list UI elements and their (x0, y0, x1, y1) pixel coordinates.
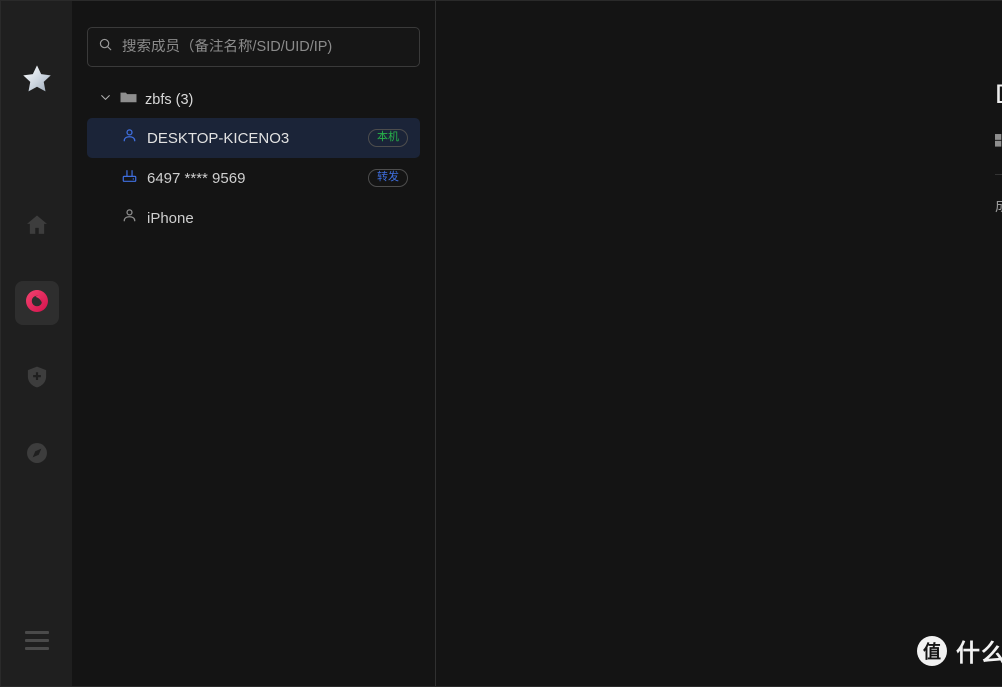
folder-icon (120, 90, 137, 110)
rail-item-home[interactable] (15, 205, 59, 249)
watermark-text: 什么值得买 (956, 640, 1002, 667)
home-icon (24, 212, 50, 243)
rail-item-security[interactable] (15, 357, 59, 401)
compass-icon (24, 440, 50, 471)
list-item[interactable]: DESKTOP-KICENO3 本机 (87, 118, 420, 158)
search-input[interactable] (122, 39, 409, 55)
detail-content: DESKTOP-KICENO3 172.16.3.121 (995, 79, 1002, 216)
list-item[interactable]: 6497 **** 9569 转发 (87, 158, 420, 198)
user-icon (121, 207, 138, 229)
chevron-down-icon[interactable] (99, 91, 112, 109)
rail-item-discover[interactable] (15, 433, 59, 477)
rail-item-star[interactable] (15, 59, 59, 103)
tree-children: DESKTOP-KICENO3 本机 6497 **** 9569 转发 iPh… (87, 118, 420, 238)
status-badge: 转发 (368, 169, 408, 187)
shield-plus-icon (24, 364, 50, 395)
rail-item-network[interactable] (14, 281, 59, 325)
status-badge: 本机 (368, 129, 408, 147)
watermark: 值 什么值得买 (917, 633, 1002, 668)
search-icon (98, 37, 113, 57)
network-icon (23, 287, 51, 320)
list-item-label: 6497 **** 9569 (147, 169, 246, 187)
page-title: DESKTOP-KICENO3 (995, 79, 1002, 110)
detail-field-member-type: 成员类型 客户端成员 (995, 195, 1002, 216)
star-icon (20, 62, 54, 101)
detail-field-label: 成员类型 (995, 195, 1002, 216)
divider (995, 174, 1002, 175)
router-icon (121, 167, 138, 189)
windows-icon (995, 133, 1002, 153)
detail-pane: DESKTOP-KICENO3 172.16.3.121 (436, 1, 1002, 686)
member-list-pane: zbfs (3) DESKTOP-KICENO3 本机 (72, 1, 436, 686)
tree-group-label: zbfs (3) (145, 92, 194, 108)
list-item[interactable]: iPhone (87, 198, 420, 238)
rail-menu-button[interactable] (1, 631, 72, 650)
icon-rail (1, 1, 72, 686)
user-icon (121, 127, 138, 149)
watermark-logo: 值 (917, 635, 947, 666)
detail-ip-row: 172.16.3.121 (995, 133, 1002, 153)
app-window: zbfs (3) DESKTOP-KICENO3 本机 (0, 0, 1002, 687)
search-box[interactable] (87, 27, 420, 67)
list-item-label: iPhone (147, 209, 194, 227)
hamburger-icon (24, 631, 49, 650)
member-tree: zbfs (3) DESKTOP-KICENO3 本机 6497 **** 95… (87, 86, 420, 238)
list-item-label: DESKTOP-KICENO3 (147, 129, 290, 147)
tree-group-zbfs[interactable]: zbfs (3) (87, 86, 420, 114)
